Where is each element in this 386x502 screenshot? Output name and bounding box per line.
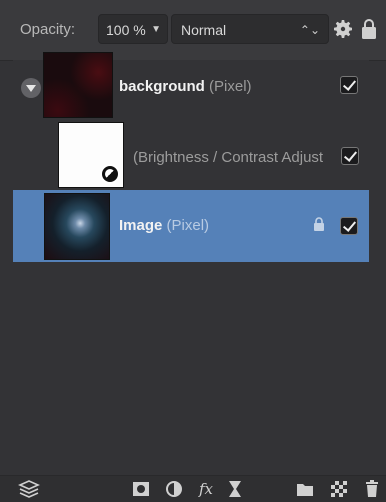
lock-icon[interactable] <box>360 17 378 41</box>
stepper-icon: ⌃⌄ <box>299 23 320 37</box>
visibility-checkbox[interactable] <box>341 147 359 165</box>
layer-type-text: (Pixel) <box>166 217 210 234</box>
folder-icon[interactable] <box>296 480 314 498</box>
opacity-value: 100 % <box>106 22 146 38</box>
layers-icon[interactable] <box>18 480 40 498</box>
adjustment-icon[interactable] <box>165 480 183 498</box>
layer-row-adjustment[interactable]: (Brightness / Contrast Adjust <box>13 120 369 190</box>
layer-type-text: (Pixel) <box>209 78 252 95</box>
layers-bottom-toolbar: fx <box>0 475 386 502</box>
chevron-down-icon: ▼ <box>151 24 161 35</box>
layer-type-text: (Brightness / Contrast Adjust <box>133 149 324 166</box>
visibility-checkbox[interactable] <box>340 76 358 94</box>
live-filter-icon[interactable] <box>228 480 242 498</box>
mask-icon[interactable] <box>132 480 150 498</box>
layer-name-text: background <box>119 78 205 95</box>
lock-icon[interactable] <box>313 217 325 232</box>
opacity-label: Opacity: <box>20 21 76 38</box>
layer-thumbnail <box>58 122 124 188</box>
gear-icon[interactable] <box>331 17 355 41</box>
layer-name: background (Pixel) <box>119 78 252 95</box>
adjustment-icon <box>100 164 120 184</box>
layer-row-image[interactable]: Image (Pixel) <box>13 190 369 262</box>
layer-row-background[interactable]: background (Pixel) <box>13 52 369 128</box>
blend-mode-select[interactable]: Normal ⌃⌄ <box>171 14 329 44</box>
visibility-checkbox[interactable] <box>340 217 358 235</box>
trash-icon[interactable] <box>365 480 379 498</box>
opacity-dropdown[interactable]: 100 % ▼ <box>98 14 168 44</box>
pixel-layer-icon[interactable] <box>331 480 347 498</box>
layer-name-text: Image <box>119 217 163 234</box>
layer-thumbnail <box>43 52 113 118</box>
fx-icon[interactable]: fx <box>195 480 217 498</box>
disclosure-triangle-icon[interactable] <box>21 78 41 98</box>
layer-name: Image (Pixel) <box>119 217 209 234</box>
layer-thumbnail <box>44 193 110 260</box>
blend-mode-value: Normal <box>181 22 227 38</box>
